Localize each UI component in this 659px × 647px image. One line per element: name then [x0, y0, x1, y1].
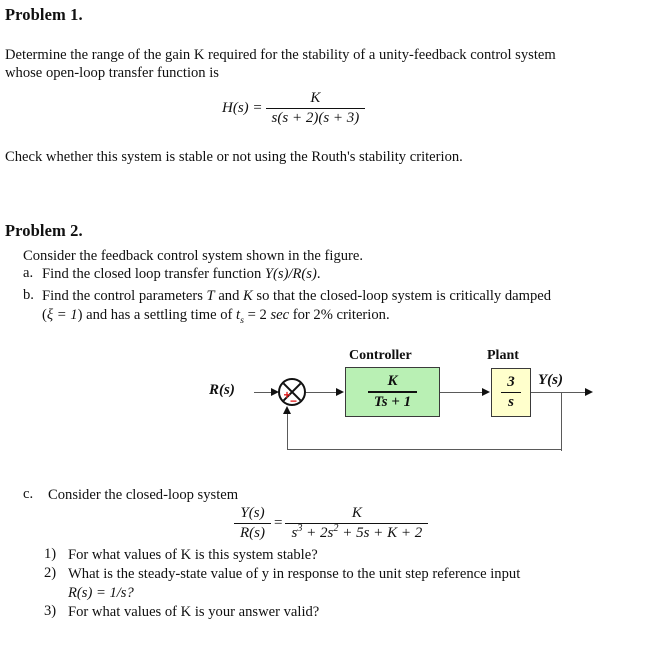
wire-sum-to-controller: [306, 391, 339, 393]
problem-1-closing-line: Check whether this system is stable or n…: [5, 149, 463, 165]
problem-1-body-line-2: whose open-loop transfer function is: [5, 65, 219, 81]
problem-1-heading: Problem 1.: [5, 5, 83, 24]
controller-block-title: Controller: [349, 348, 412, 363]
item-a-text: Find the closed loop transfer function Y…: [42, 265, 320, 284]
item-c-subitem-3-marker: 3): [44, 603, 57, 619]
item-b-line-2: (ξ = 1) and has a settling time of ts = …: [42, 306, 390, 325]
item-c-rhs-denominator: s3 + 2s2 + 5s + K + 2: [285, 524, 428, 542]
item-b-line-1: Find the control parameters T and K so t…: [42, 287, 551, 306]
den-plus-5s: + 5s +: [338, 525, 388, 542]
problem-2-heading: Problem 2.: [5, 221, 83, 240]
problem-1-body-line-1: Determine the range of the gain K requir…: [5, 47, 556, 63]
item-c-equation: Y(s) R(s) = K s3 + 2s2 + 5s + K + 2: [231, 505, 431, 542]
item-b-line1-pre: Find the control parameters: [42, 288, 207, 304]
document-page: Problem 1. Determine the range of the ga…: [0, 0, 659, 647]
problem-2-intro: Consider the feedback control system sho…: [23, 248, 364, 264]
equation-1-denominator: s(s + 2)(s + 3): [271, 110, 360, 127]
item-c-subitem-3-text: For what values of K is your answer vali…: [68, 604, 320, 620]
problem-1-equation: H(s) = K s(s + 2)(s + 3): [222, 90, 368, 127]
summing-junction: + −: [278, 378, 306, 408]
feedback-control-block-diagram: Controller Plant R(s) + − K Ts + 1 3 s Y…: [0, 340, 659, 470]
equation-1-numerator: K: [310, 90, 321, 106]
item-c-equals-sign: =: [274, 515, 283, 532]
item-b-line1-mid: and: [214, 288, 244, 304]
plant-block: 3 s: [491, 368, 531, 417]
item-c-rhs-numerator: K: [351, 505, 362, 521]
wire-controller-to-plant: [440, 391, 485, 393]
den-plus-2: + 2: [397, 525, 423, 542]
den-k-term: K: [387, 525, 398, 542]
item-c-marker: c.: [23, 486, 34, 502]
item-c-subitem-2-line-1: What is the steady-state value of y in r…: [68, 566, 521, 582]
controller-block: K Ts + 1: [345, 367, 440, 417]
plant-block-title: Plant: [487, 348, 519, 363]
plant-denominator: s: [508, 394, 514, 411]
input-signal-label: R(s): [209, 382, 235, 398]
item-c-subitem-1-marker: 1): [44, 546, 57, 562]
item-b-param-k: K: [243, 288, 253, 304]
plant-transfer-function: 3 s: [501, 374, 521, 411]
arrow-feedback-to-sum: [283, 406, 291, 414]
item-b-line1-post: so that the closed-loop system is critic…: [252, 288, 552, 304]
item-a-text-post: .: [316, 266, 321, 282]
item-b-param-t: T: [206, 288, 215, 304]
item-a-text-pre: Find the closed loop transfer function: [42, 266, 265, 282]
equation-1-lhs: H(s) =: [222, 100, 263, 117]
item-c-rhs-fraction: K s3 + 2s2 + 5s + K + 2: [285, 505, 429, 542]
wire-feedback-horizontal: [287, 449, 562, 451]
item-c-subitem-2-line-2: R(s) = 1/s?: [68, 585, 134, 601]
item-c-lhs-denominator: R(s): [240, 525, 265, 542]
wire-feedback-down: [561, 391, 563, 451]
item-c-lhs-fraction: Y(s) R(s): [234, 505, 271, 542]
item-b-settling-time-value: = 2: [243, 307, 271, 323]
controller-transfer-function: K Ts + 1: [367, 373, 418, 410]
item-c-lhs-numerator: Y(s): [240, 505, 265, 521]
equation-1-fraction: K s(s + 2)(s + 3): [265, 90, 366, 127]
summing-junction-minus-sign: −: [290, 394, 298, 408]
item-b-line2-post: for 2% criterion.: [289, 307, 390, 323]
controller-denominator: Ts + 1: [373, 393, 412, 410]
item-c-text: Consider the closed-loop system: [48, 487, 239, 503]
output-signal-label: Y(s): [538, 372, 563, 388]
arrow-sum-to-controller: [336, 387, 344, 396]
wire-feedback-up: [287, 412, 289, 450]
item-a-math: Y(s)/R(s): [264, 266, 317, 282]
wire-plant-to-output: [531, 391, 588, 393]
item-a-marker: a.: [23, 265, 34, 281]
den-plus-2s: + 2s: [302, 525, 334, 542]
item-b-damping-ratio: ξ = 1: [46, 307, 78, 323]
item-c-subitem-1-text: For what values of K is this system stab…: [68, 547, 318, 563]
plant-numerator: 3: [507, 373, 515, 390]
controller-numerator: K: [387, 373, 398, 390]
item-c-subitem-2-marker: 2): [44, 565, 57, 581]
arrow-output: [585, 387, 593, 396]
item-b-marker: b.: [23, 287, 34, 303]
item-b-unit-sec: sec: [270, 307, 290, 323]
arrow-controller-to-plant: [482, 387, 490, 396]
item-b-line2-mid: ) and has a settling time of: [77, 307, 237, 323]
